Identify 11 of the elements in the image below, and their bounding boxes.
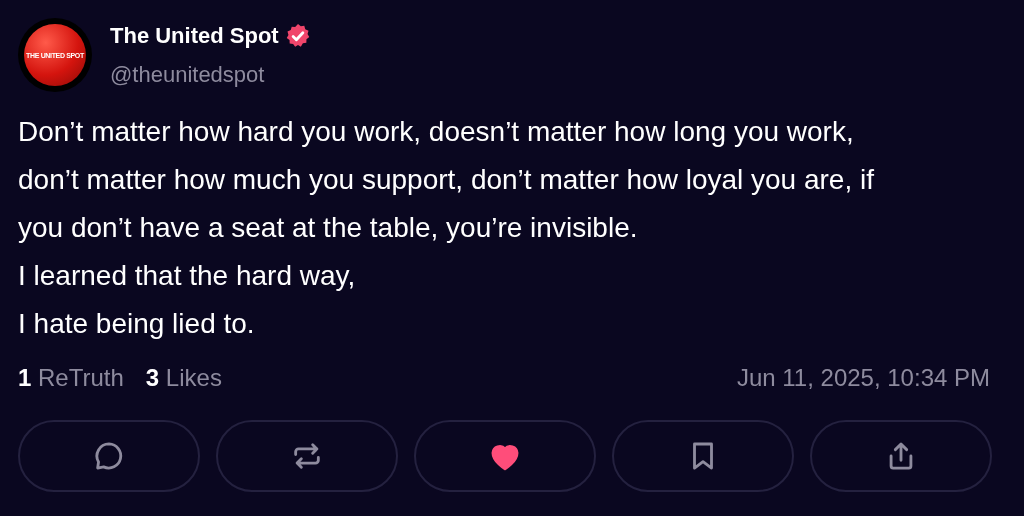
author-handle[interactable]: @theunitedspot [110,58,311,91]
share-button[interactable] [810,420,992,492]
reply-button[interactable] [18,420,200,492]
retruth-button[interactable] [216,420,398,492]
timestamp[interactable]: Jun 11, 2025, 10:34 PM [736,360,990,396]
like-button[interactable] [414,420,596,492]
bookmark-button[interactable] [612,420,794,492]
stat-link[interactable]: 3 Likes [145,360,222,396]
post-text: Don’t matter how hard you work, doesn’t matter how long you work, don’t matter how much you support, don’t matter how loyal you are, if you don’t have a seat at the table, you’re invisible. I learned that the hard way, I hate being lied to. [18,115,875,341]
stat-link[interactable]: 1 ReTruth [18,360,124,396]
author-name[interactable]: The United Spot [110,19,279,52]
